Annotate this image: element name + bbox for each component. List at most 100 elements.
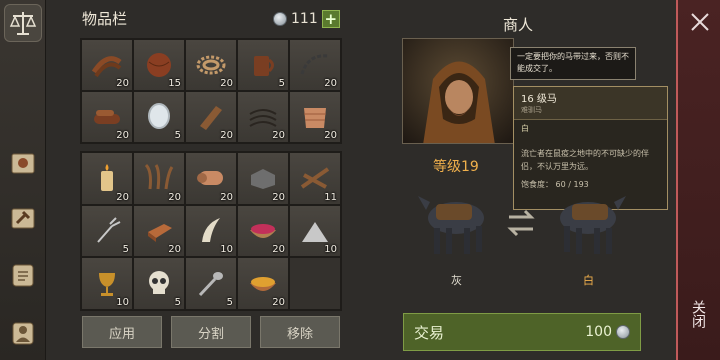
- fang-icon: [202, 217, 220, 242]
- inventory-slot[interactable]: 20: [238, 205, 288, 257]
- candle-icon: [101, 164, 113, 192]
- inventory-title: 物品栏: [82, 10, 128, 28]
- tooltip-horse-color: 白: [521, 124, 529, 133]
- swap-arrows-icon: [507, 209, 535, 237]
- copper-ingot-icon: [148, 223, 172, 242]
- armored-horse-icon: [560, 196, 626, 254]
- wood-plank-icon: [200, 106, 222, 130]
- apply-button[interactable]: 应用: [82, 316, 162, 348]
- fork-icon: [97, 217, 121, 243]
- currency-display: 111 +: [273, 10, 340, 28]
- inventory-slot[interactable]: 20: [82, 40, 132, 90]
- inventory-slot[interactable]: 20: [186, 40, 236, 90]
- slot-quantity: 10: [324, 244, 337, 256]
- horse-white-label: 白: [583, 274, 594, 287]
- horse-gray-slot[interactable]: [412, 178, 496, 262]
- slot-quantity: 20: [272, 191, 285, 203]
- inventory-slot[interactable]: 11: [290, 153, 340, 204]
- slot-quantity: 20: [272, 297, 285, 308]
- sidebar-crafting[interactable]: [4, 199, 42, 237]
- inventory-slot[interactable]: 20: [290, 92, 340, 142]
- inventory-slot[interactable]: 5: [238, 40, 288, 90]
- slot-quantity: 20: [116, 78, 129, 89]
- tooltip-horse-type: 难驯马: [521, 106, 542, 114]
- slot-quantity: 20: [324, 130, 337, 141]
- trade-button[interactable]: 交易 100: [403, 313, 641, 351]
- rope-icon: [196, 55, 226, 75]
- mirror-icon: [148, 103, 170, 129]
- horse-level: 等级19: [433, 159, 479, 175]
- sun-book-icon: [11, 153, 35, 174]
- slot-quantity: 20: [168, 191, 181, 203]
- close-label[interactable]: 关闭: [688, 300, 708, 328]
- add-currency-button[interactable]: +: [321, 10, 340, 28]
- inventory-slot[interactable]: 5: [134, 92, 184, 142]
- slot-quantity: 5: [122, 244, 129, 256]
- slot-quantity: 10: [116, 297, 129, 308]
- slot-quantity: 20: [220, 78, 233, 89]
- silver-coin-icon: [616, 325, 630, 339]
- close-icon[interactable]: [688, 10, 712, 34]
- inventory-slot[interactable]: 20: [134, 153, 184, 204]
- sidebar-trade-scales[interactable]: [4, 4, 42, 42]
- slot-quantity: 20: [220, 191, 233, 203]
- inventory-grid-top: 20 15 20 5 20 20 5 20 20 20: [80, 38, 342, 144]
- close-panel[interactable]: 关闭: [676, 0, 720, 360]
- sidebar: [0, 0, 46, 360]
- salt-pile-icon: [302, 221, 328, 242]
- slot-quantity: 20: [324, 78, 337, 89]
- inventory-slot[interactable]: 20: [134, 205, 184, 257]
- inventory-grid-bottom: 20 20 20 20 11 5 20 10 20 10 10 5 5 20: [80, 151, 342, 311]
- inventory-slot[interactable]: 15: [134, 40, 184, 90]
- inventory-slot[interactable]: 20: [186, 153, 236, 204]
- slot-quantity: 5: [278, 78, 285, 89]
- sticks-icon: [300, 167, 330, 190]
- slot-quantity: 20: [272, 130, 285, 141]
- remove-button[interactable]: 移除: [260, 316, 340, 348]
- slot-quantity: 5: [226, 297, 233, 308]
- sidebar-character[interactable]: [4, 314, 42, 352]
- currency-amount: 111: [291, 11, 318, 27]
- inventory-slot-empty[interactable]: [290, 258, 340, 309]
- trade-price: 100: [585, 324, 630, 340]
- cloth-bolt-icon: [304, 108, 326, 128]
- inventory-slot[interactable]: 20: [238, 153, 288, 204]
- merchant-portrait: [402, 38, 514, 144]
- slot-quantity: 5: [174, 297, 181, 308]
- merchant-title: 商人: [503, 16, 534, 34]
- inventory-slot[interactable]: 20: [82, 153, 132, 204]
- leather-straps-icon: [91, 56, 122, 78]
- leather-mug-icon: [254, 56, 274, 76]
- tooltip-horse-name: 16 级马: [521, 94, 557, 105]
- antler-icon: [144, 164, 174, 190]
- inventory-slot[interactable]: 5: [186, 258, 236, 309]
- inventory-slot[interactable]: 10: [186, 205, 236, 257]
- inventory-slot[interactable]: 20: [82, 92, 132, 142]
- inventory-slot[interactable]: 5: [134, 258, 184, 309]
- inventory-slot[interactable]: 5: [82, 205, 132, 257]
- slot-quantity: 15: [168, 78, 181, 89]
- sidebar-skills[interactable]: [4, 144, 42, 182]
- hammer-icon: [11, 208, 35, 229]
- inventory-slot[interactable]: 20: [290, 40, 340, 90]
- inventory-slot[interactable]: 20: [238, 258, 288, 309]
- skull-icon: [149, 270, 169, 294]
- tooltip-description: 流亡者在鼠疫之地中的不可缺少的伴侣，不认万里为远。: [521, 149, 649, 171]
- slot-quantity: 20: [168, 244, 181, 256]
- inventory-slot[interactable]: 20: [186, 92, 236, 142]
- tooltip-header: 16 级马 难驯马: [514, 87, 667, 120]
- scales-icon: [9, 12, 37, 35]
- inventory-slot[interactable]: 10: [82, 258, 132, 309]
- leather-roll-icon: [94, 110, 120, 124]
- spoon-icon: [198, 271, 223, 296]
- inventory-slot[interactable]: 20: [238, 92, 288, 142]
- sidebar-quests[interactable]: [4, 256, 42, 294]
- inventory-slot[interactable]: 10: [290, 205, 340, 257]
- slot-quantity: 5: [174, 130, 181, 141]
- slot-quantity: 20: [220, 130, 233, 141]
- slot-quantity: 11: [324, 191, 337, 203]
- split-button[interactable]: 分割: [171, 316, 251, 348]
- chain-icon: [300, 54, 329, 75]
- horse-white-slot[interactable]: [548, 178, 632, 262]
- horse-gray-label: 灰: [451, 274, 462, 287]
